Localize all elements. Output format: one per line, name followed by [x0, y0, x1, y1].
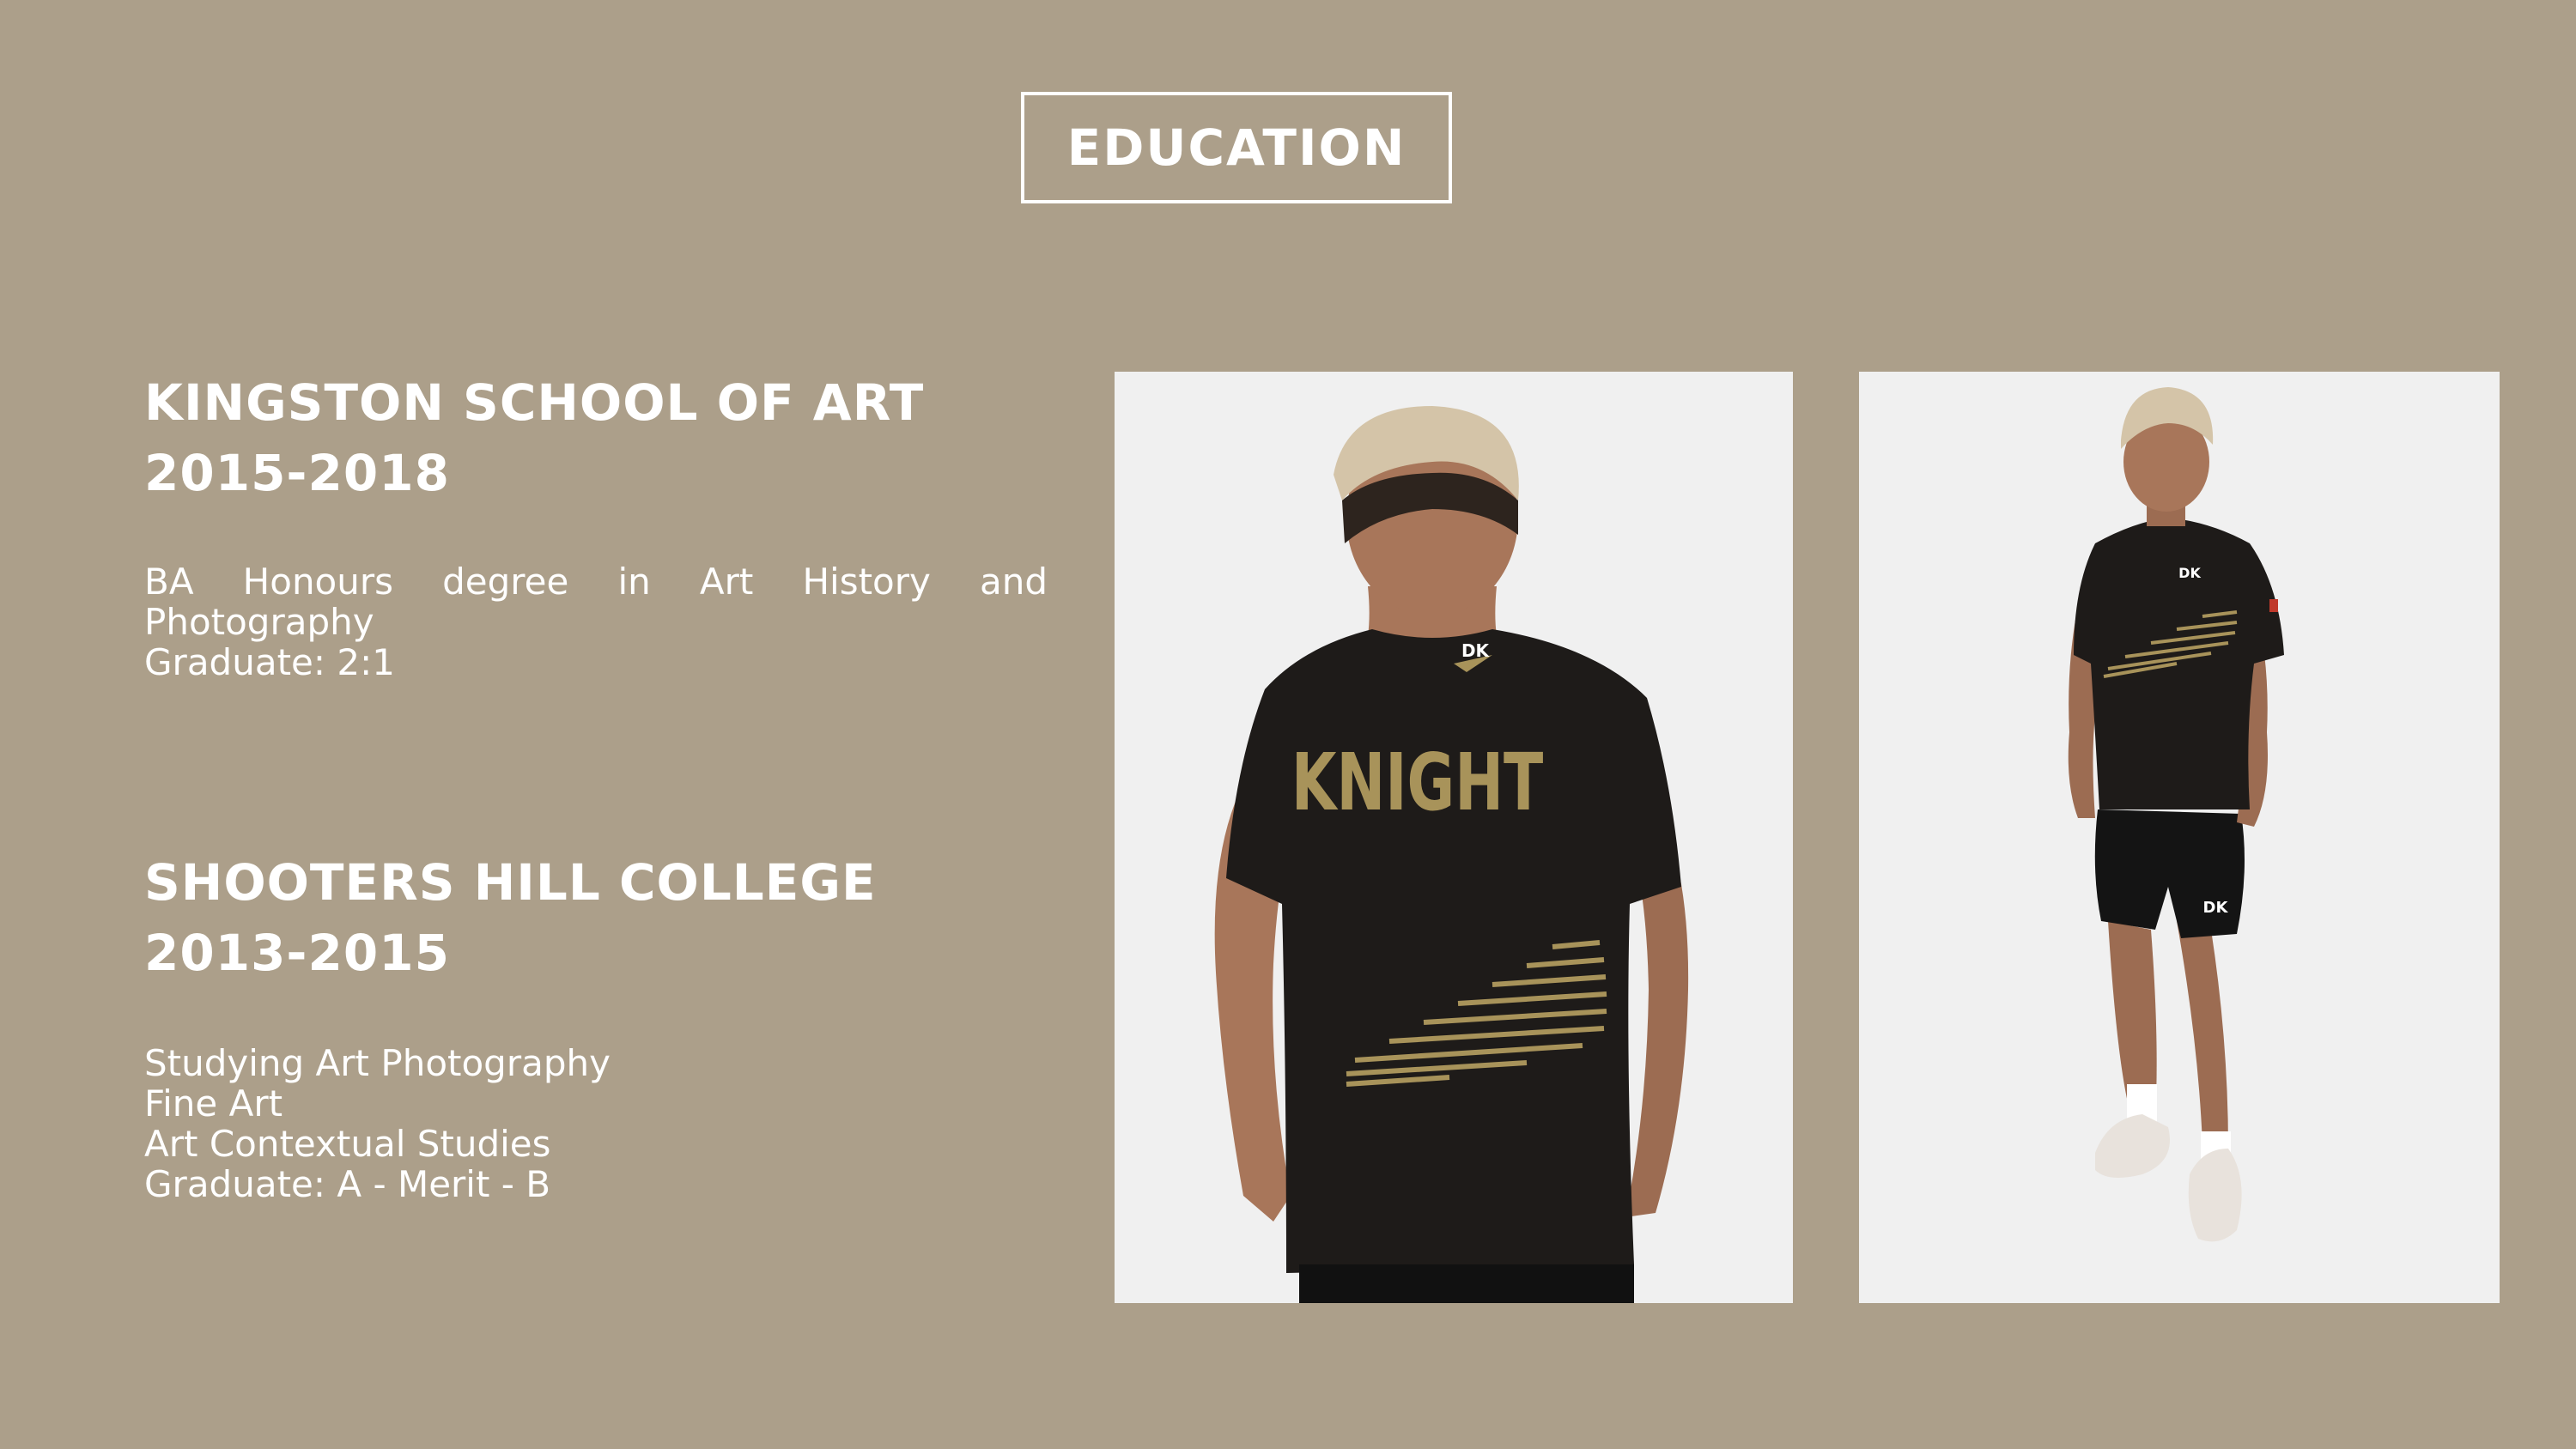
section-title: EDUCATION: [1066, 118, 1406, 177]
photo-shirt-back: DK KNIGHT: [1115, 372, 1793, 1303]
description-line: Graduate: 2:1: [144, 641, 395, 683]
description-line: BA Honours degree in Art History and: [144, 561, 1048, 603]
shirt-back-text: KNIGHT: [1291, 737, 1544, 828]
description-line: Graduate: A - Merit - B: [144, 1163, 551, 1205]
school-heading-kingston: KINGSTON SCHOOL OF ART 2015-2018: [144, 367, 924, 508]
school-years: 2013-2015: [144, 924, 450, 982]
section-title-box: EDUCATION: [1021, 92, 1452, 203]
school-years: 2015-2018: [144, 444, 450, 502]
shirt-logo: DK: [1461, 640, 1491, 661]
description-line: Art Contextual Studies: [144, 1123, 551, 1165]
description-line: Fine Art: [144, 1082, 283, 1125]
school-name: SHOOTERS HILL COLLEGE: [144, 853, 877, 912]
description-line: Studying Art Photography: [144, 1042, 611, 1084]
model-front-illustration: DK DK: [1859, 372, 2500, 1303]
school-description-shooters-hill: Studying Art Photography Fine Art Art Co…: [144, 1043, 1048, 1204]
shirt-logo: DK: [2178, 565, 2201, 581]
shorts-logo: DK: [2203, 899, 2229, 917]
model-back-illustration: DK KNIGHT: [1115, 372, 1793, 1303]
school-description-kingston: BA Honours degree in Art History and Pho…: [144, 561, 1048, 682]
description-line: Photography: [144, 601, 374, 643]
photo-full-outfit: DK DK: [1859, 372, 2500, 1303]
school-name: KINGSTON SCHOOL OF ART: [144, 373, 925, 432]
school-heading-shooters-hill: SHOOTERS HILL COLLEGE 2013-2015: [144, 847, 877, 988]
